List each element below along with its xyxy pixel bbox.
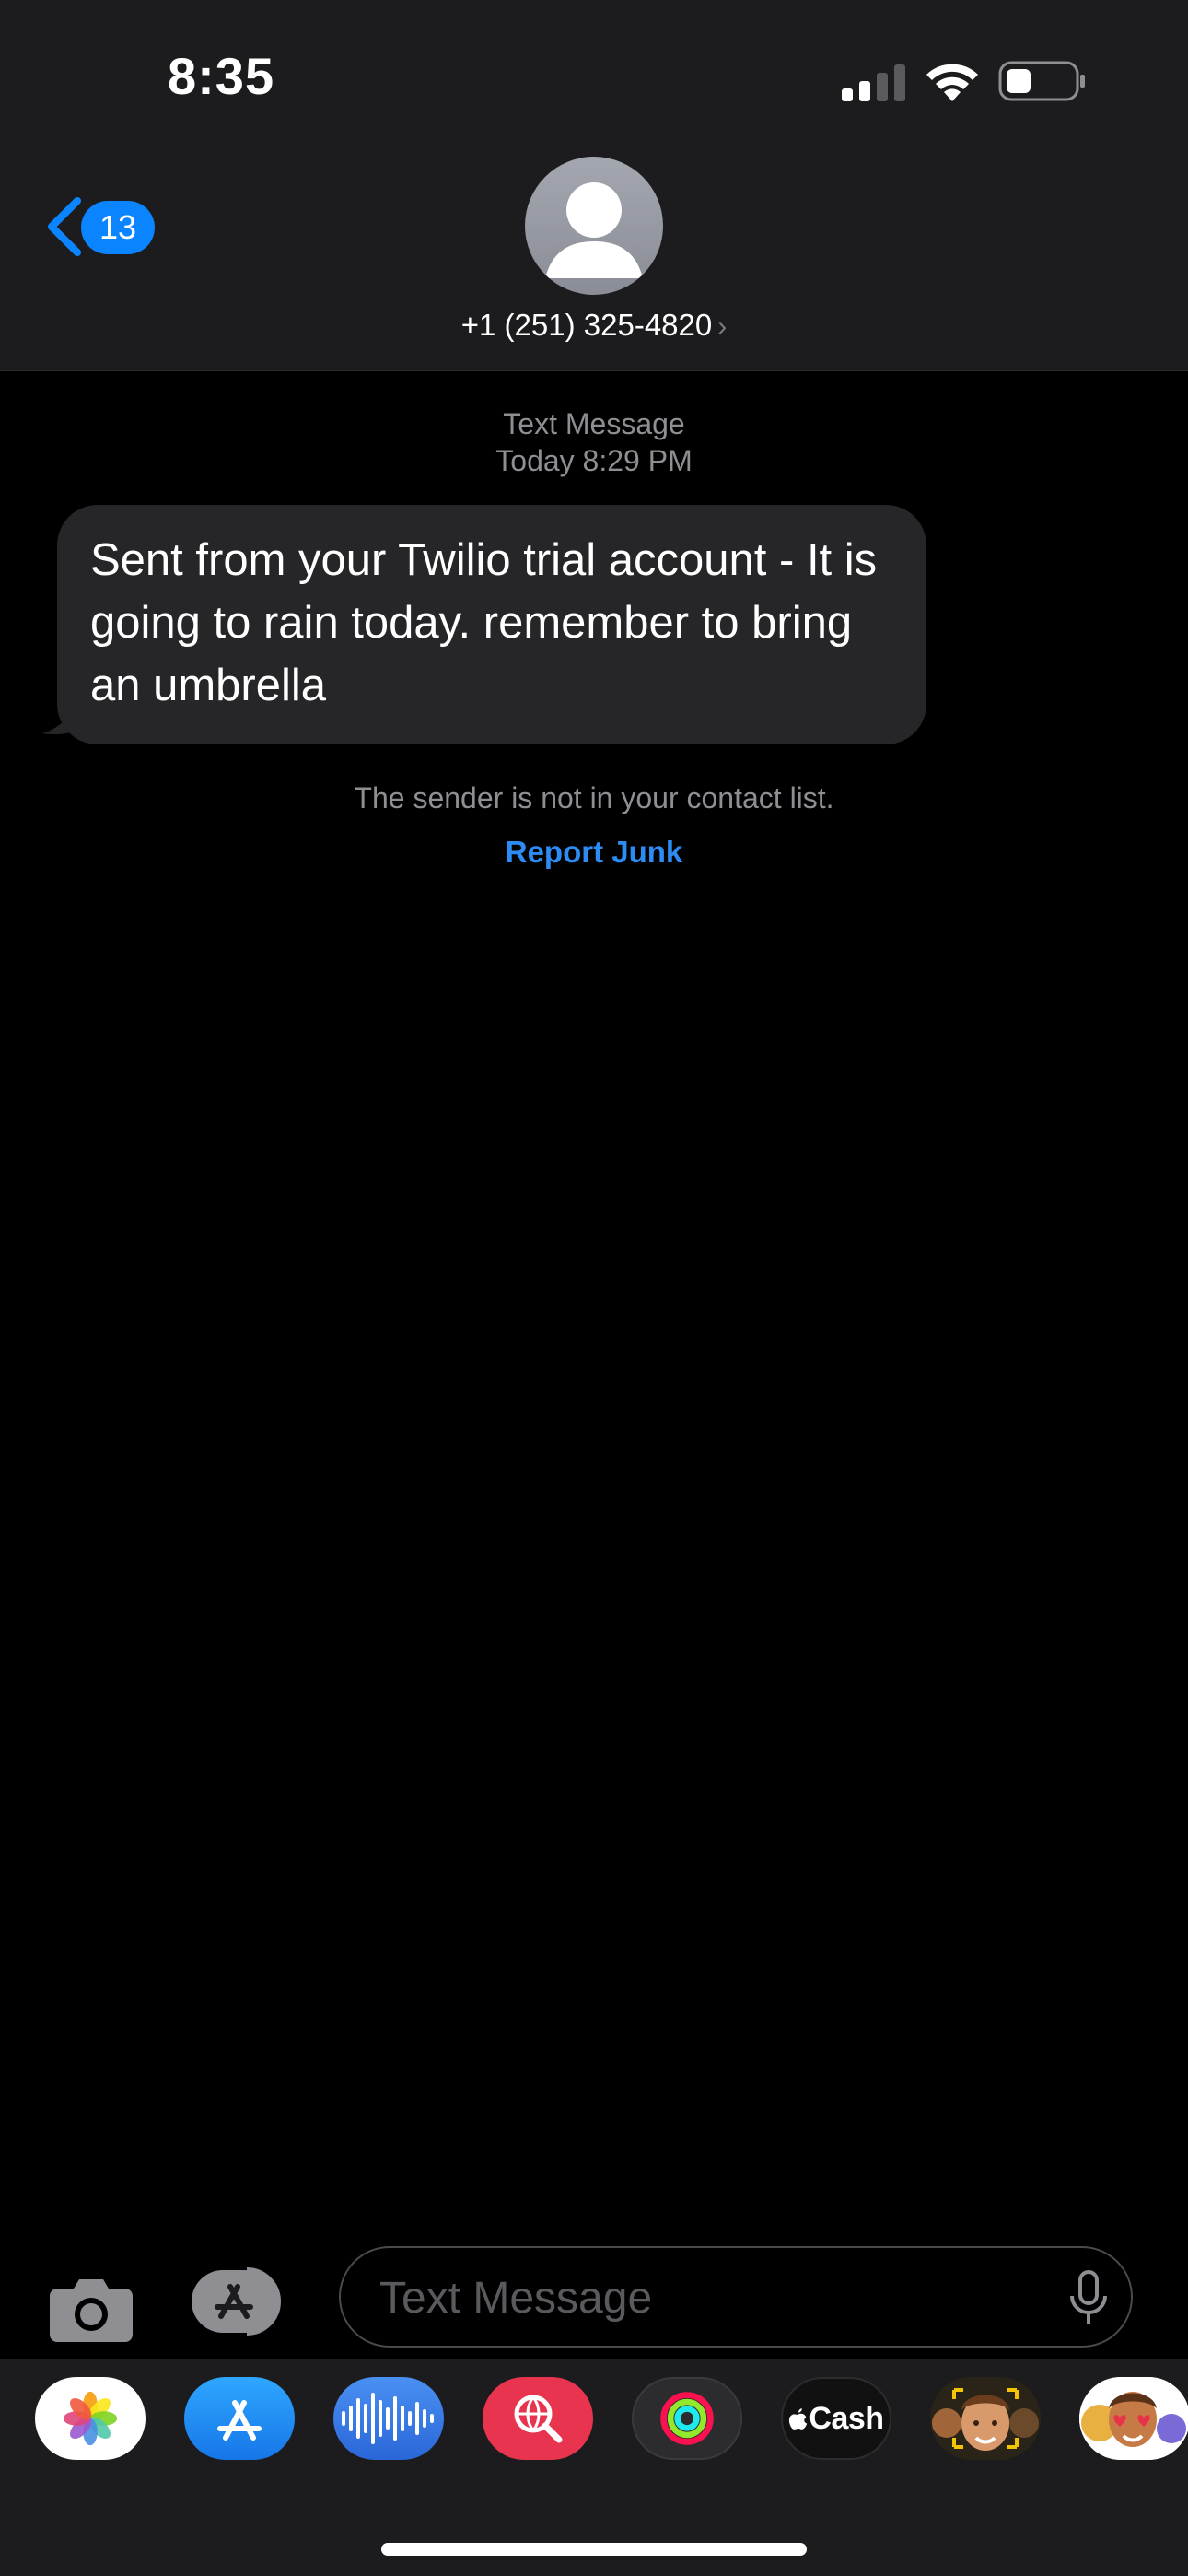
activity-rings-icon: [660, 2392, 714, 2445]
photos-app-button[interactable]: [35, 2377, 146, 2460]
report-junk-link[interactable]: Report Junk: [0, 835, 1188, 870]
photos-icon: [63, 2391, 118, 2446]
memoji-stickers-app-button[interactable]: [1079, 2377, 1188, 2460]
app-store-icon[interactable]: [190, 2266, 295, 2336]
message-input[interactable]: [378, 2266, 1026, 2329]
app-store-app-button[interactable]: [184, 2377, 295, 2460]
unknown-sender-notice: The sender is not in your contact list.: [354, 781, 834, 814]
person-icon: [545, 182, 643, 278]
fitness-app-button[interactable]: [632, 2377, 742, 2460]
message-input-field[interactable]: [339, 2246, 1133, 2348]
battery-icon: [998, 61, 1085, 101]
contact-number: +1 (251) 325-4820: [460, 308, 713, 342]
apple-logo-icon: [789, 2408, 808, 2430]
chevron-right-icon: ›: [717, 311, 728, 342]
contact-name[interactable]: +1 (251) 325-4820 ›: [0, 308, 1188, 343]
camera-icon[interactable]: [48, 2274, 134, 2344]
microphone-icon[interactable]: [1068, 2270, 1109, 2327]
timestamp-label: Today 8:29 PM: [495, 444, 693, 477]
status-time: 8:35: [168, 47, 275, 105]
home-indicator[interactable]: [381, 2543, 807, 2556]
memoji-app-button[interactable]: [930, 2377, 1041, 2460]
image-search-app-button[interactable]: [483, 2377, 593, 2460]
message-timestamp: Text Message Today 8:29 PM: [0, 405, 1188, 479]
memoji-face-icon: [930, 2377, 1041, 2460]
contact-avatar[interactable]: [525, 157, 663, 295]
apple-cash-app-button[interactable]: Cash: [781, 2377, 891, 2460]
app-drawer: Cash: [0, 2359, 1188, 2576]
conversation-header: 8:35 13 +1 (251) 325-4820 ›: [0, 0, 1188, 371]
compose-bar: [0, 2230, 1188, 2359]
unread-count-badge: 13: [81, 201, 155, 254]
report-junk-label[interactable]: Report Junk: [506, 835, 683, 869]
waveform-icon: [342, 2393, 434, 2444]
memoji-stickers-icon: [1079, 2377, 1188, 2460]
incoming-message-bubble[interactable]: Sent from your Twilio trial account - It…: [57, 505, 926, 744]
chevron-left-icon: [48, 197, 81, 256]
globe-search-icon: [514, 2395, 563, 2443]
cellular-signal-icon: [842, 64, 905, 101]
cash-label: Cash: [809, 2400, 884, 2436]
audio-message-app-button[interactable]: [333, 2377, 444, 2460]
service-label: Text Message: [503, 407, 685, 440]
back-button[interactable]: 13: [42, 192, 162, 262]
wifi-icon: [926, 64, 978, 101]
app-store-a-icon: [217, 2400, 262, 2441]
